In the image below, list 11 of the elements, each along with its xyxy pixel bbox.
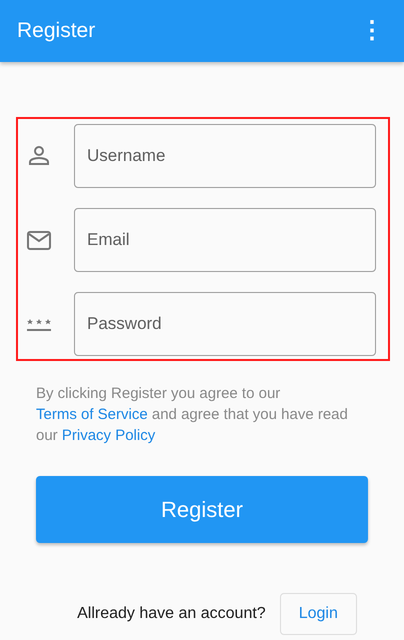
username-field[interactable]: Username	[74, 124, 376, 188]
app-title: Register	[17, 18, 96, 44]
terms-link[interactable]: Privacy Policy	[62, 427, 156, 444]
register-button[interactable]: Register	[36, 476, 368, 543]
email-field[interactable]: Email	[74, 208, 376, 272]
account-prompt: Allready have an account?	[77, 604, 266, 624]
terms-link[interactable]: Terms of Service	[36, 406, 148, 423]
more-menu-button[interactable]: ⋮	[356, 19, 388, 43]
terms-text: By clicking Register you agree to our Terms of Service and agree that you have read our Privacy Policy	[36, 384, 349, 446]
login-button[interactable]: Login	[280, 593, 357, 635]
password-field[interactable]: Password	[74, 292, 376, 356]
